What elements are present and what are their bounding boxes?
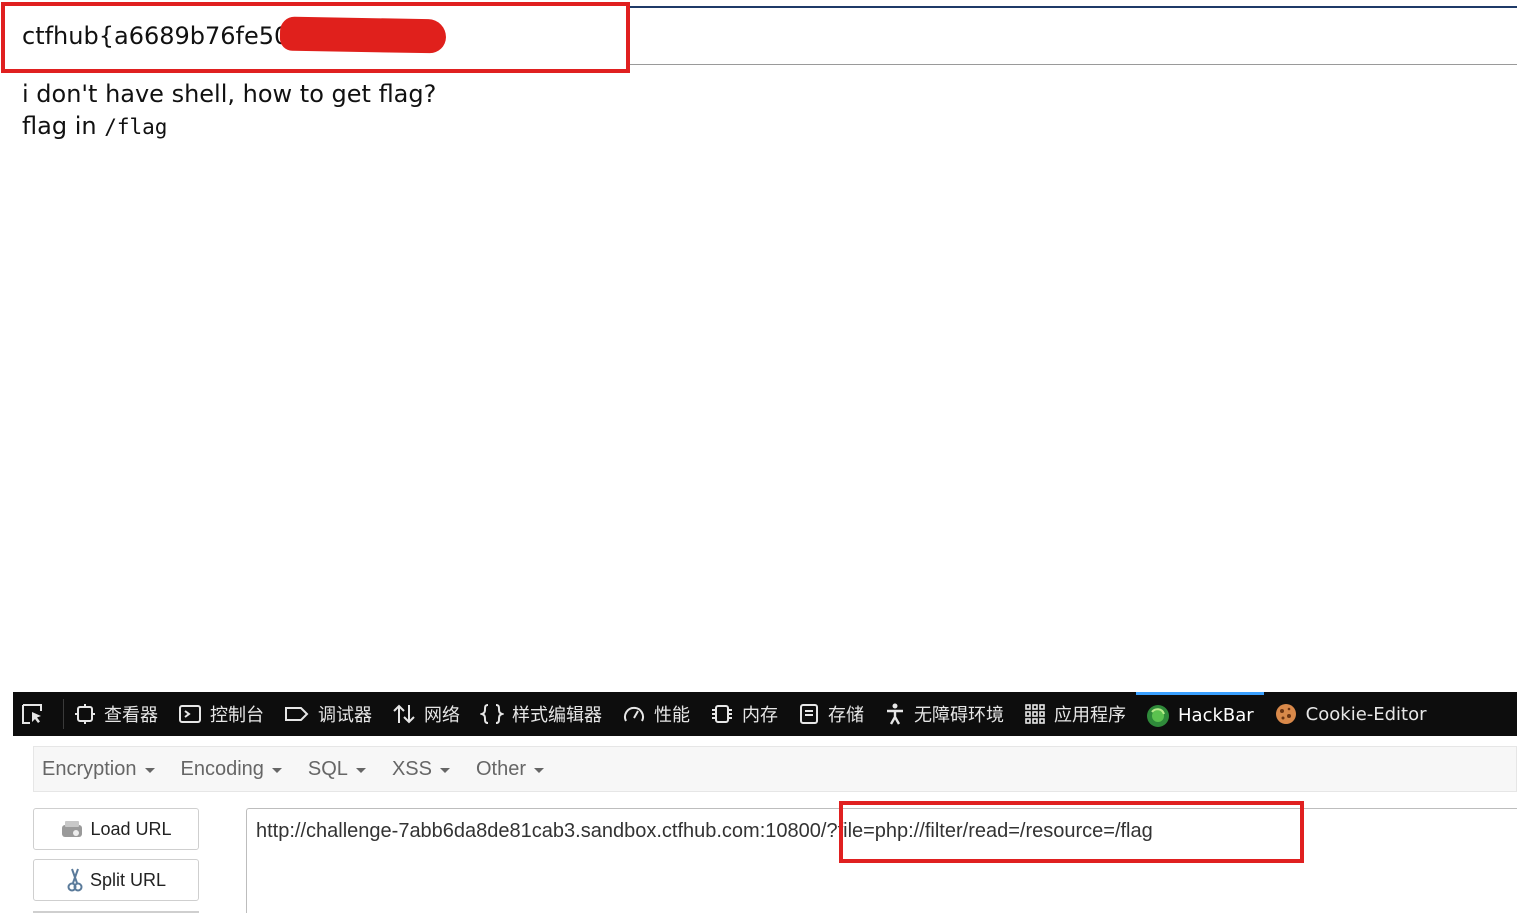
tab-hackbar[interactable]: HackBar [1136, 692, 1264, 736]
page-rule [628, 64, 1517, 65]
tab-label: 控制台 [210, 705, 264, 726]
tab-label: 性能 [654, 705, 690, 726]
devtools-panel: 查看器 控制台 调试器 网络 样式编辑器 性能 内存 存储 无障碍环境 应用程序… [13, 692, 1517, 913]
flag-highlight-box [1, 2, 630, 73]
element-picker-icon [22, 704, 42, 724]
storage-icon [800, 704, 818, 724]
element-picker-button[interactable] [13, 699, 64, 729]
tab-label: 应用程序 [1054, 705, 1126, 726]
memory-icon [712, 705, 732, 723]
menu-label: Encoding [180, 757, 264, 780]
tab-debugger[interactable]: 调试器 [274, 692, 382, 736]
page-message: i don't have shell, how to get flag? fla… [22, 78, 436, 143]
chevron-down-icon [271, 767, 282, 773]
hackbar-menubar: Encryption Encoding SQL XSS Other [33, 746, 1517, 792]
message-line-shell: i don't have shell, how to get flag? [22, 80, 437, 108]
tab-style-editor[interactable]: 样式编辑器 [470, 692, 612, 736]
menu-xss[interactable]: XSS [384, 758, 458, 781]
application-icon [1025, 704, 1045, 724]
chevron-down-icon [355, 767, 366, 773]
chevron-down-icon [144, 767, 155, 773]
tab-label: Cookie-Editor [1305, 703, 1427, 725]
message-line-flag: flag in /flag [22, 110, 436, 143]
menu-sql[interactable]: SQL [300, 758, 374, 781]
load-url-icon [62, 821, 83, 837]
tab-label: 查看器 [104, 705, 158, 726]
menu-label: XSS [391, 757, 432, 780]
hackbar-icon [1147, 704, 1169, 727]
tab-application[interactable]: 应用程序 [1014, 692, 1136, 736]
tab-storage[interactable]: 存储 [788, 692, 874, 736]
network-icon [393, 704, 415, 724]
scissors-icon [67, 868, 83, 892]
inspector-icon [75, 704, 95, 724]
menu-other[interactable]: Other [468, 758, 552, 781]
cookie-icon [1275, 704, 1296, 724]
tab-console[interactable]: 控制台 [168, 692, 274, 736]
tab-label: 网络 [424, 705, 460, 726]
load-url-button[interactable]: Load URL [33, 808, 199, 850]
page-top-rule [628, 6, 1517, 8]
tab-label: 调试器 [318, 705, 372, 726]
flag-path: /flag [104, 115, 168, 139]
split-url-button[interactable]: Split URL [33, 859, 199, 901]
tab-label: 无障碍环境 [914, 705, 1004, 726]
url-highlight-box [839, 801, 1304, 863]
tab-label: HackBar [1178, 705, 1254, 726]
chevron-down-icon [534, 767, 544, 773]
tab-cookie-editor[interactable]: Cookie-Editor [1264, 692, 1437, 736]
message-flag-prefix: flag in [22, 112, 97, 140]
tab-label: 样式编辑器 [512, 705, 602, 726]
chevron-down-icon [439, 767, 450, 773]
menu-label: SQL [307, 757, 348, 780]
tab-accessibility[interactable]: 无障碍环境 [874, 692, 1014, 736]
tab-label: 存储 [828, 705, 864, 726]
debugger-icon [285, 707, 309, 721]
devtools-toolbar: 查看器 控制台 调试器 网络 样式编辑器 性能 内存 存储 无障碍环境 应用程序… [13, 692, 1517, 736]
split-url-label: Split URL [89, 869, 167, 890]
style-editor-icon [480, 704, 504, 724]
console-icon [179, 705, 201, 723]
menu-encoding[interactable]: Encoding [173, 758, 290, 781]
performance-icon [624, 706, 644, 722]
tab-performance[interactable]: 性能 [612, 692, 700, 736]
tab-inspector[interactable]: 查看器 [64, 692, 168, 736]
tab-label: 内存 [742, 705, 778, 726]
menu-encryption[interactable]: Encryption [34, 758, 163, 781]
menu-label: Other [475, 757, 526, 780]
accessibility-icon [887, 703, 903, 725]
tab-network[interactable]: 网络 [382, 692, 470, 736]
menu-label: Encryption [42, 757, 137, 780]
load-url-label: Load URL [90, 818, 172, 839]
tab-memory[interactable]: 内存 [700, 692, 788, 736]
